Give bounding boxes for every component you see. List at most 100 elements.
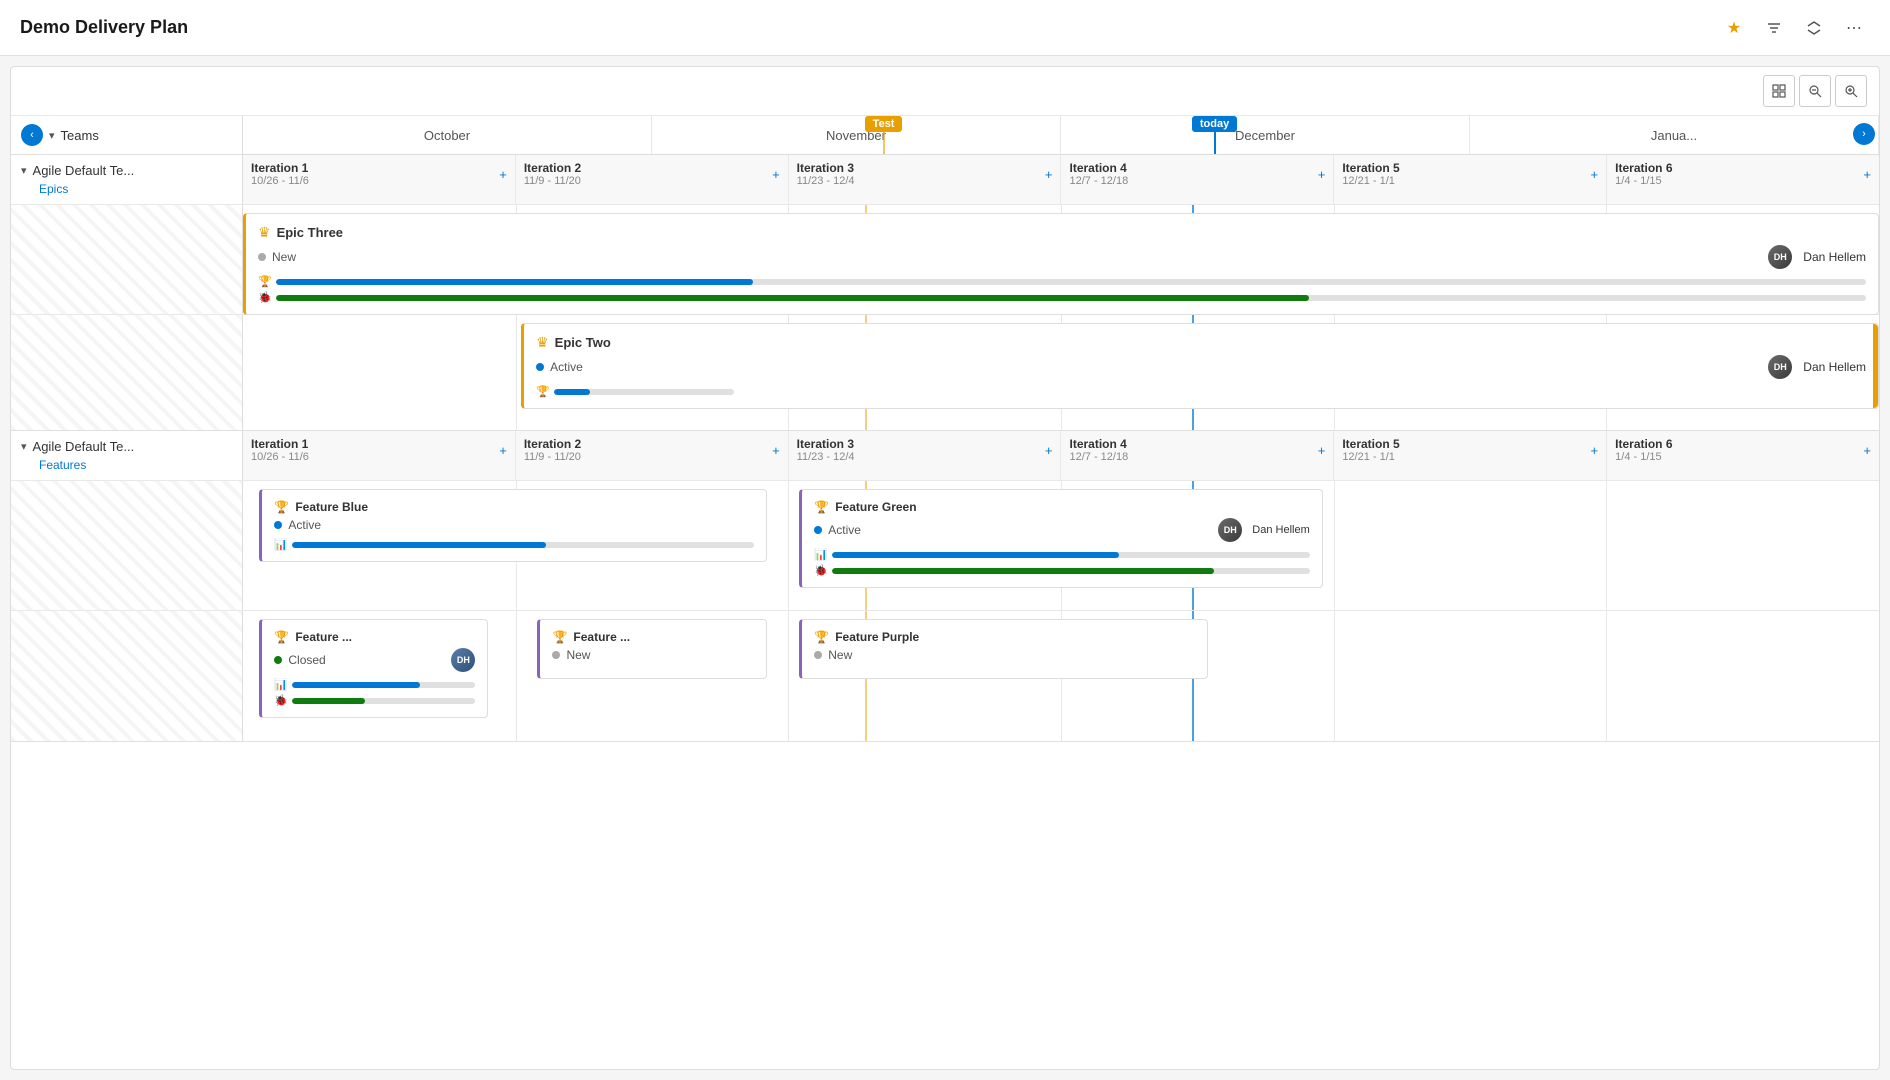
filter-button[interactable] [1758, 12, 1790, 44]
iter-dates-epics-3: 12/7 - 12/18 [1069, 175, 1128, 187]
feature-new-mid-status-dot [552, 651, 560, 659]
test-milestone-label: Test [865, 116, 903, 132]
team-label-epics: ▾ Agile Default Te... Epics [11, 155, 243, 204]
epic-three-fill-1 [276, 279, 753, 285]
feature-closed-card[interactable]: 🏆 Feature ... Closed DH [259, 619, 488, 718]
iter-dates-feat-1: 11/9 - 11/20 [524, 451, 581, 463]
board-body[interactable]: ▾ Agile Default Te... Epics Iteration 1 [11, 155, 1879, 1069]
team-link-epics[interactable]: Epics [39, 182, 232, 196]
zoom-in-button[interactable] [1835, 75, 1867, 107]
iter-add-btn-epics-1[interactable]: + [772, 167, 780, 182]
iter-add-btn-feat-2[interactable]: + [1045, 443, 1053, 458]
epic-two-progress-row-1: 🏆 [536, 385, 1866, 398]
feature-blue-progress-row: 📊 [274, 538, 753, 551]
epic-three-assignee: Dan Hellem [1803, 250, 1866, 264]
team-link-features[interactable]: Features [39, 458, 232, 472]
trophy-icon-epic-two-1: 🏆 [536, 385, 550, 398]
today-milestone-label: today [1192, 116, 1237, 132]
iter-add-btn-feat-4[interactable]: + [1591, 443, 1599, 458]
feature-blue-fill [292, 542, 546, 548]
more-button[interactable]: ⋯ [1838, 12, 1870, 44]
iter-add-btn-feat-5[interactable]: + [1863, 443, 1871, 458]
epic-three-progress: 🏆 🐞 [258, 275, 1866, 304]
team-name-epics: Agile Default Te... [33, 163, 135, 178]
nav-next-button[interactable]: › [1853, 123, 1875, 145]
iter-add-btn-feat-0[interactable]: + [499, 443, 507, 458]
app-title: Demo Delivery Plan [20, 17, 188, 38]
teams-chevron-icon[interactable]: ▾ [49, 129, 55, 142]
feature-green-assignee: Dan Hellem [1252, 524, 1309, 536]
features-row1-hatch [11, 481, 243, 610]
feature-green-title: Feature Green [835, 500, 916, 514]
iter-add-btn-epics-2[interactable]: + [1045, 167, 1053, 182]
iteration-col-feat-0: Iteration 1 10/26 - 11/6 + [243, 431, 516, 480]
features-row2-hatch [11, 611, 243, 741]
iter-dates-feat-5: 1/4 - 1/15 [1615, 451, 1672, 463]
trophy-icon-feature-new-mid: 🏆 [552, 630, 567, 644]
feature-green-fill-1 [832, 552, 1119, 558]
iter-name-epics-0: Iteration 1 [251, 161, 309, 175]
crown-icon-epic-two: ♛ [536, 334, 549, 351]
feat-grid-4 [1334, 481, 1335, 610]
iter-name-feat-0: Iteration 1 [251, 437, 309, 451]
iteration-col-feat-5: Iteration 6 1/4 - 1/15 + [1607, 431, 1879, 480]
feature-purple-status-dot [814, 651, 822, 659]
epic-two-title-row: ♛ Epic Two [536, 334, 1866, 351]
epic-two-card[interactable]: ♛ Epic Two Active DH Dan Hellem [521, 323, 1879, 409]
feat2-grid-2 [788, 611, 789, 741]
zoom-out-button[interactable] [1799, 75, 1831, 107]
feature-closed-fill-2 [292, 698, 365, 704]
team-chevron-icon-features[interactable]: ▾ [21, 440, 27, 453]
iter-dates-epics-0: 10/26 - 11/6 [251, 175, 309, 187]
iter-add-btn-feat-1[interactable]: + [772, 443, 780, 458]
epic-two-status-text: Active [550, 360, 583, 374]
layout-button[interactable] [1763, 75, 1795, 107]
feature-blue-card[interactable]: 🏆 Feature Blue Active [259, 489, 766, 562]
feat-grid-2 [788, 481, 789, 610]
epic-three-status-text: New [272, 250, 296, 264]
feature-green-card[interactable]: 🏆 Feature Green Active DH Dan Hellem [799, 489, 1323, 588]
epic-two-track-1 [554, 389, 734, 395]
feature-new-mid-title: Feature ... [573, 630, 630, 644]
iter-name-epics-1: Iteration 2 [524, 161, 581, 175]
iter-add-btn-epics-0[interactable]: + [499, 167, 507, 182]
epic-two-overflow-bar [1873, 324, 1878, 408]
epic-two-progress: 🏆 [536, 385, 1866, 398]
epic-three-card[interactable]: ♛ Epic Three New DH Dan Hellem [243, 213, 1879, 315]
iter-add-btn-feat-3[interactable]: + [1318, 443, 1326, 458]
iter-add-btn-epics-4[interactable]: + [1591, 167, 1599, 182]
iteration-col-feat-4: Iteration 5 12/21 - 1/1 + [1334, 431, 1607, 480]
epic-three-timeline: ♛ Epic Three New DH Dan Hellem [243, 205, 1879, 314]
collapse-button[interactable] [1798, 12, 1830, 44]
team-label-features: ▾ Agile Default Te... Features [11, 431, 243, 480]
epic-three-avatar: DH [1768, 245, 1792, 269]
feature-blue-track [292, 542, 753, 548]
feature-blue-status-text: Active [288, 518, 321, 532]
feature-blue-progress: 📊 [274, 538, 753, 551]
feature-closed-track-2 [292, 698, 475, 704]
iter-name-feat-3: Iteration 4 [1069, 437, 1128, 451]
month-october: October [243, 116, 652, 154]
bug-icon-fc: 🐞 [274, 694, 288, 707]
month-november: November [652, 116, 1061, 154]
iteration-col-epics-0: Iteration 1 10/26 - 11/6 + [243, 155, 516, 204]
iter-add-btn-epics-3[interactable]: + [1318, 167, 1326, 182]
star-button[interactable]: ★ [1718, 12, 1750, 44]
iter-add-btn-epics-5[interactable]: + [1863, 167, 1871, 182]
feature-new-mid-card[interactable]: 🏆 Feature ... New [537, 619, 766, 679]
month-january: Janua... [1470, 116, 1879, 154]
feature-closed-status-row: Closed DH [274, 648, 475, 672]
trophy-icon-feature-green: 🏆 [814, 500, 829, 514]
teams-column-header: ‹ ▾ Teams [11, 116, 243, 154]
team-chevron-icon-epics[interactable]: ▾ [21, 164, 27, 177]
team-section-features: ▾ Agile Default Te... Features Iteration [11, 431, 1879, 742]
iter-name-feat-5: Iteration 6 [1615, 437, 1672, 451]
epic-three-fill-2 [276, 295, 1310, 301]
nav-prev-button[interactable]: ‹ [21, 124, 43, 146]
feature-green-status-row: Active DH Dan Hellem [814, 518, 1310, 542]
features-row1-timeline: 🏆 Feature Blue Active [243, 481, 1879, 610]
feature-green-title-row: 🏆 Feature Green [814, 500, 1310, 514]
plan-board: ‹ ▾ Teams October November December Janu… [10, 66, 1880, 1070]
feature-purple-title-row: 🏆 Feature Purple [814, 630, 1195, 644]
feature-purple-card[interactable]: 🏆 Feature Purple New [799, 619, 1208, 679]
